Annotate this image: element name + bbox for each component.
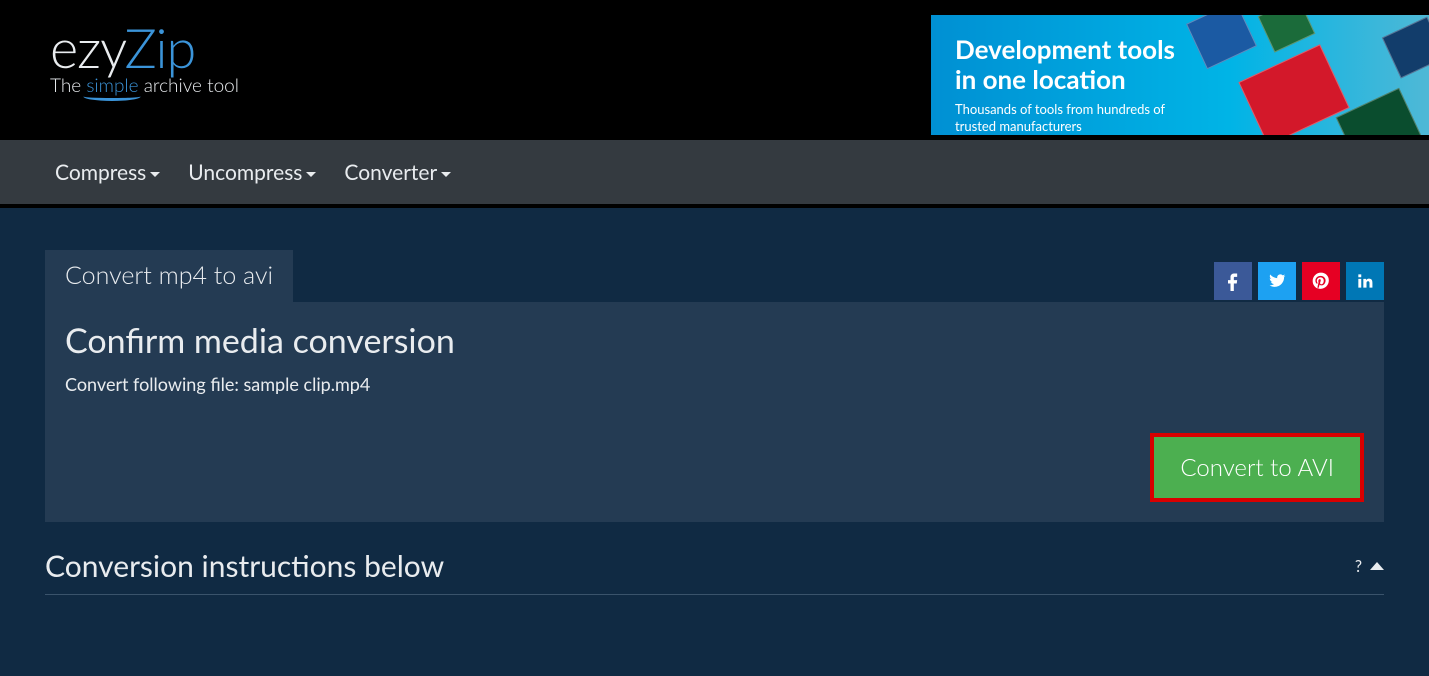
nav-uncompress-label: Uncompress (188, 160, 302, 185)
nav-compress-label: Compress (55, 160, 146, 185)
pinterest-icon (1311, 271, 1331, 291)
linkedin-icon (1355, 271, 1375, 291)
twitter-share-button[interactable] (1258, 262, 1296, 300)
top-row: Convert mp4 to avi (45, 250, 1384, 302)
instructions-toggle[interactable]: ? (1355, 557, 1384, 576)
nav-converter-label: Converter (344, 160, 437, 185)
main-content: Convert mp4 to avi Confirm media convers… (0, 208, 1429, 676)
logo-part2: Zip (124, 15, 195, 80)
file-label: Convert following file: sample clip.mp4 (65, 373, 1364, 395)
pinterest-share-button[interactable] (1302, 262, 1340, 300)
chevron-down-icon (150, 172, 160, 177)
facebook-share-button[interactable] (1214, 262, 1252, 300)
logo-text: ezyZip (50, 15, 239, 80)
linkedin-share-button[interactable] (1346, 262, 1384, 300)
ad-graphics (1179, 15, 1429, 135)
page-tab: Convert mp4 to avi (45, 250, 293, 302)
nav-uncompress[interactable]: Uncompress (188, 160, 316, 185)
button-row: Convert to AVI (65, 433, 1364, 502)
facebook-icon (1223, 271, 1243, 291)
help-icon: ? (1355, 557, 1362, 576)
logo-part1: ezy (50, 15, 124, 80)
panel-heading: Confirm media conversion (65, 320, 1364, 361)
instructions-header[interactable]: Conversion instructions below ? (45, 548, 1384, 595)
ad-subtitle: Thousands of tools from hundreds of trus… (955, 101, 1175, 135)
main-nav: Compress Uncompress Converter (0, 140, 1429, 208)
convert-button[interactable]: Convert to AVI (1150, 433, 1364, 502)
ad-banner[interactable]: Development tools in one location Thousa… (931, 15, 1429, 135)
tagline-mid: simple (86, 74, 138, 97)
instructions-heading: Conversion instructions below (45, 548, 444, 584)
conversion-panel: Confirm media conversion Convert followi… (45, 302, 1384, 522)
social-share-row (1214, 262, 1384, 300)
chevron-down-icon (441, 172, 451, 177)
tagline-post: archive tool (139, 74, 239, 97)
header: ezyZip The simple archive tool Developme… (0, 0, 1429, 140)
tagline: The simple archive tool (50, 74, 239, 97)
tagline-pre: The (50, 74, 86, 97)
chevron-down-icon (306, 172, 316, 177)
nav-converter[interactable]: Converter (344, 160, 451, 185)
chevron-up-icon (1370, 562, 1384, 570)
twitter-icon (1267, 271, 1287, 291)
logo[interactable]: ezyZip The simple archive tool (50, 15, 239, 97)
nav-compress[interactable]: Compress (55, 160, 160, 185)
